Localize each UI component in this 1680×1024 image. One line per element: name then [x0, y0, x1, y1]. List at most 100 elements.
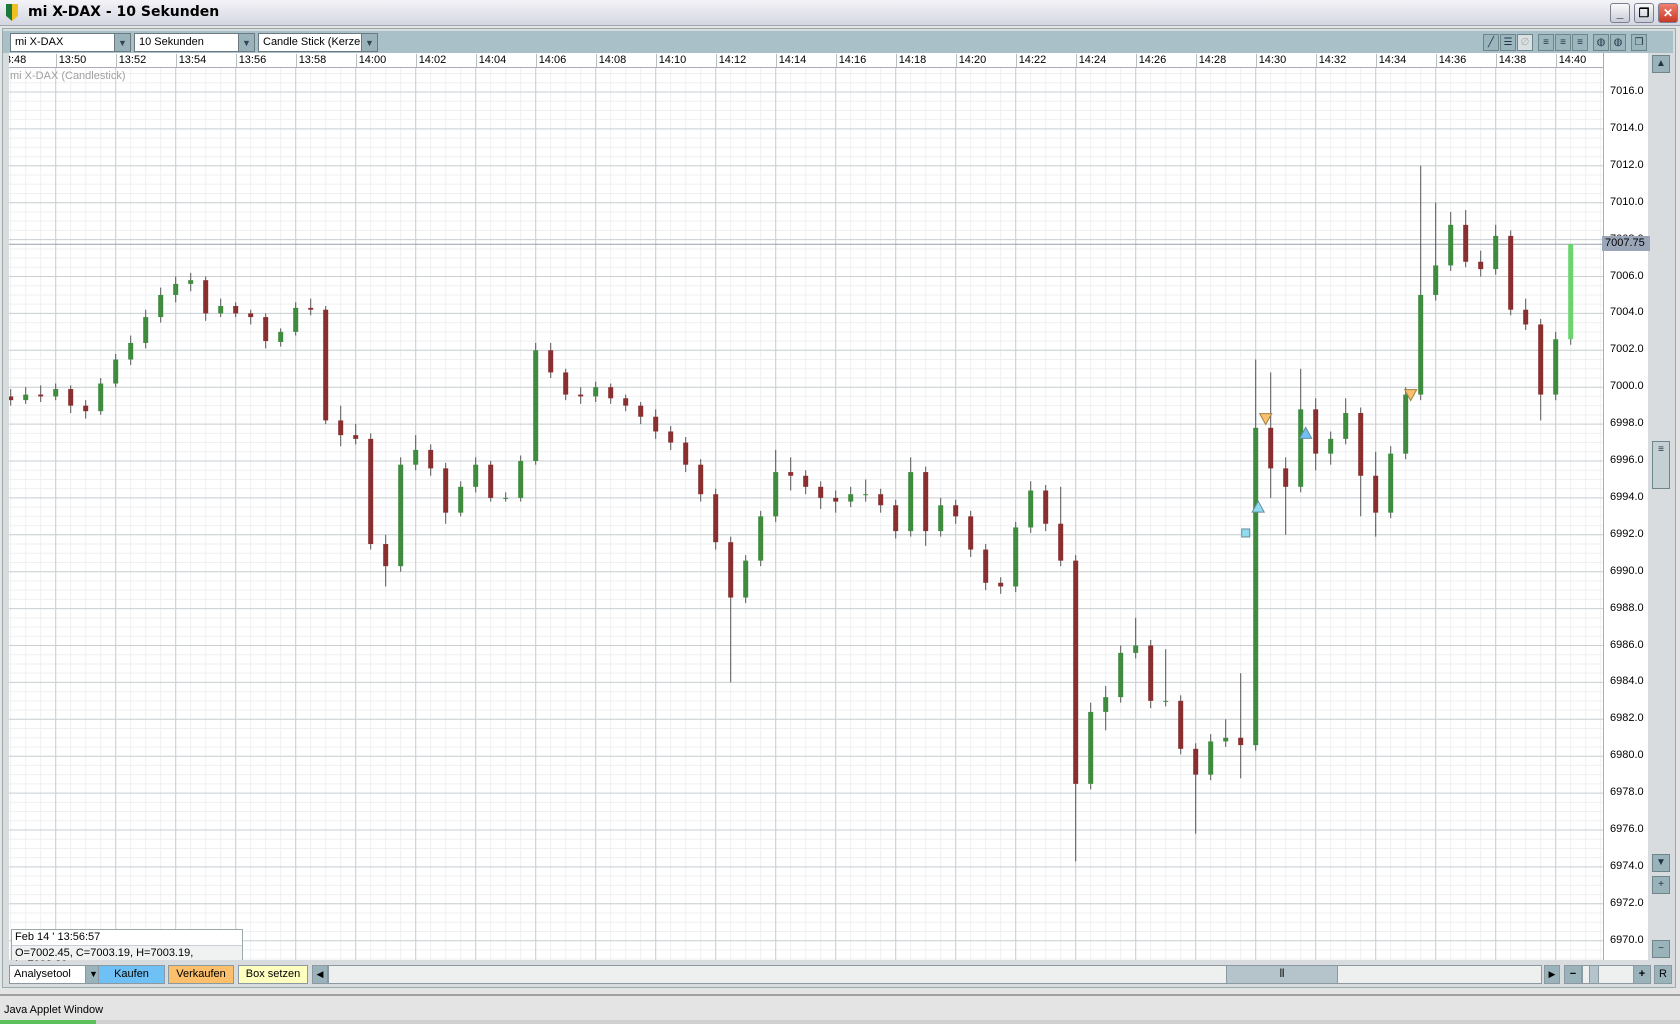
candle-body — [1568, 244, 1574, 340]
hline-tool-icon[interactable]: ☰ — [1500, 34, 1516, 51]
candle-body — [23, 394, 29, 401]
scroll-up-icon[interactable]: ▲ — [1652, 55, 1670, 73]
line-tool-icon[interactable]: ╱ — [1483, 34, 1499, 51]
time-tick-label: 14:18 — [895, 54, 926, 67]
circle-1-icon[interactable]: ◍ — [1593, 34, 1609, 51]
minimize-icon[interactable]: _ — [1610, 3, 1630, 23]
candle-body — [1448, 224, 1454, 266]
candle-body — [713, 494, 719, 543]
chart-plot-area[interactable] — [8, 68, 1603, 960]
zoom-in-time-icon[interactable]: + — [1633, 965, 1651, 984]
candlestick-chart — [8, 68, 1603, 960]
candle-body — [878, 494, 884, 506]
time-tick-label: 14:32 — [1315, 54, 1346, 67]
candle-body — [293, 307, 299, 332]
window-icon[interactable]: ❐ — [1631, 34, 1647, 51]
scroll-thumb[interactable]: ≡ — [1652, 441, 1670, 489]
candle-info-box: Feb 14 ' 13:56:57 O=7002.45, C=7003.19, … — [11, 929, 243, 971]
price-tick-label: 7012.0 — [1610, 158, 1644, 171]
current-price-label: 7007.75 — [1602, 236, 1650, 252]
candle-body — [1433, 265, 1439, 295]
horizontal-scroll-thumb[interactable]: ⦀ — [1226, 965, 1338, 984]
chart-type-select[interactable]: Candle Stick (Kerzen — [258, 33, 362, 52]
time-tick-label: 14:38 — [1495, 54, 1526, 67]
time-tick-label: 13:48 — [9, 54, 26, 67]
candle-body — [248, 313, 254, 318]
candle-body — [1253, 427, 1259, 746]
time-tick-label: 14:36 — [1435, 54, 1466, 67]
candle-body — [68, 389, 74, 406]
candle-body — [1493, 235, 1499, 270]
marker-triangle-down — [1258, 413, 1273, 426]
chevron-down-icon[interactable]: ▼ — [361, 33, 378, 52]
price-tick-label: 6996.0 — [1610, 454, 1644, 466]
candle-body — [1463, 224, 1469, 262]
candle-body — [113, 359, 119, 384]
scroll-down-icon[interactable]: ▼ — [1652, 854, 1670, 872]
price-tick-label: 7002.0 — [1610, 343, 1644, 356]
candle-body — [413, 449, 419, 465]
restore-icon[interactable]: ❐ — [1634, 3, 1654, 23]
time-tick-label: 13:58 — [295, 54, 326, 67]
scroll-left-icon[interactable]: ◀ — [312, 965, 328, 984]
buy-button[interactable]: Kaufen — [98, 965, 165, 984]
horizontal-scrollbar[interactable] — [328, 965, 1542, 984]
candle-body — [563, 372, 569, 395]
zoom-in-icon[interactable]: + — [1652, 876, 1670, 894]
instrument-select[interactable]: mi X-DAX — [10, 33, 115, 52]
grid-3-icon[interactable]: ≡ — [1572, 34, 1588, 51]
zoom-out-time-icon[interactable]: − — [1564, 965, 1582, 984]
candle-body — [1103, 697, 1109, 712]
interval-select[interactable]: 10 Sekunden — [134, 33, 239, 52]
grid-1-icon[interactable]: ≡ — [1538, 34, 1554, 51]
chevron-down-icon[interactable]: ▼ — [238, 33, 255, 52]
candle-body — [1388, 453, 1394, 513]
candle-body — [1418, 294, 1424, 395]
time-tick-label: 13:52 — [115, 54, 146, 67]
status-bar — [0, 994, 1680, 1020]
candle-body — [773, 472, 779, 517]
candle-body — [233, 306, 239, 314]
price-tick-label: 6974.0 — [1610, 859, 1644, 872]
price-tick-label: 6990.0 — [1610, 564, 1644, 577]
circle-2-icon[interactable]: ◍ — [1610, 34, 1626, 51]
vertical-scrollbar[interactable]: ▲ ≡ ▼ + − — [1650, 53, 1672, 960]
time-tick-label: 14:30 — [1255, 54, 1286, 67]
chevron-down-icon[interactable]: ▼ — [114, 33, 131, 52]
candle-body — [1148, 645, 1154, 701]
time-tick-label: 14:26 — [1135, 54, 1166, 67]
candle-body — [8, 396, 14, 401]
grid-2-icon[interactable]: ≡ — [1555, 34, 1571, 51]
candle-body — [368, 438, 374, 545]
time-zoom-thumb[interactable] — [1589, 965, 1599, 984]
candle-body — [128, 342, 134, 360]
reset-button[interactable]: R — [1654, 965, 1672, 984]
time-tick-label: 14:40 — [1555, 54, 1586, 67]
price-tick-label: 6998.0 — [1610, 417, 1644, 430]
candle-body — [1268, 427, 1274, 469]
analysis-tool-select[interactable]: Analysetool — [9, 965, 86, 984]
price-tick-label: 7016.0 — [1610, 85, 1644, 97]
candle-body — [818, 486, 824, 498]
info-time: Feb 14 ' 13:56:57 — [15, 931, 101, 943]
sell-button[interactable]: Verkaufen — [168, 965, 234, 984]
candle-body — [1118, 652, 1124, 698]
box-button[interactable]: Box setzen — [238, 965, 308, 984]
candle-body — [728, 542, 734, 598]
candle-body — [743, 560, 749, 598]
time-axis: 13:48 13:50 13:52 13:54 13:56 13:58 14:00 14:02… — [9, 53, 1603, 68]
candle-body — [1283, 468, 1289, 487]
candle-body — [488, 464, 494, 498]
candle-body — [593, 387, 599, 397]
candle-body — [1088, 711, 1094, 784]
time-tick-label: 13:54 — [175, 54, 206, 67]
marker-square — [1241, 528, 1251, 538]
price-tick-label: 6992.0 — [1610, 527, 1644, 540]
info-ohlc: O=7002.45, C=7003.19, H=7003.19, L=7002.… — [12, 945, 242, 971]
close-icon[interactable]: ✕ — [1658, 3, 1678, 23]
zoom-out-icon[interactable]: − — [1652, 940, 1670, 958]
candle-body — [1358, 413, 1364, 476]
candle-body — [143, 317, 149, 343]
delete-tool-icon[interactable]: ∅ — [1517, 34, 1533, 51]
scroll-right-icon[interactable]: ▶ — [1544, 965, 1560, 984]
